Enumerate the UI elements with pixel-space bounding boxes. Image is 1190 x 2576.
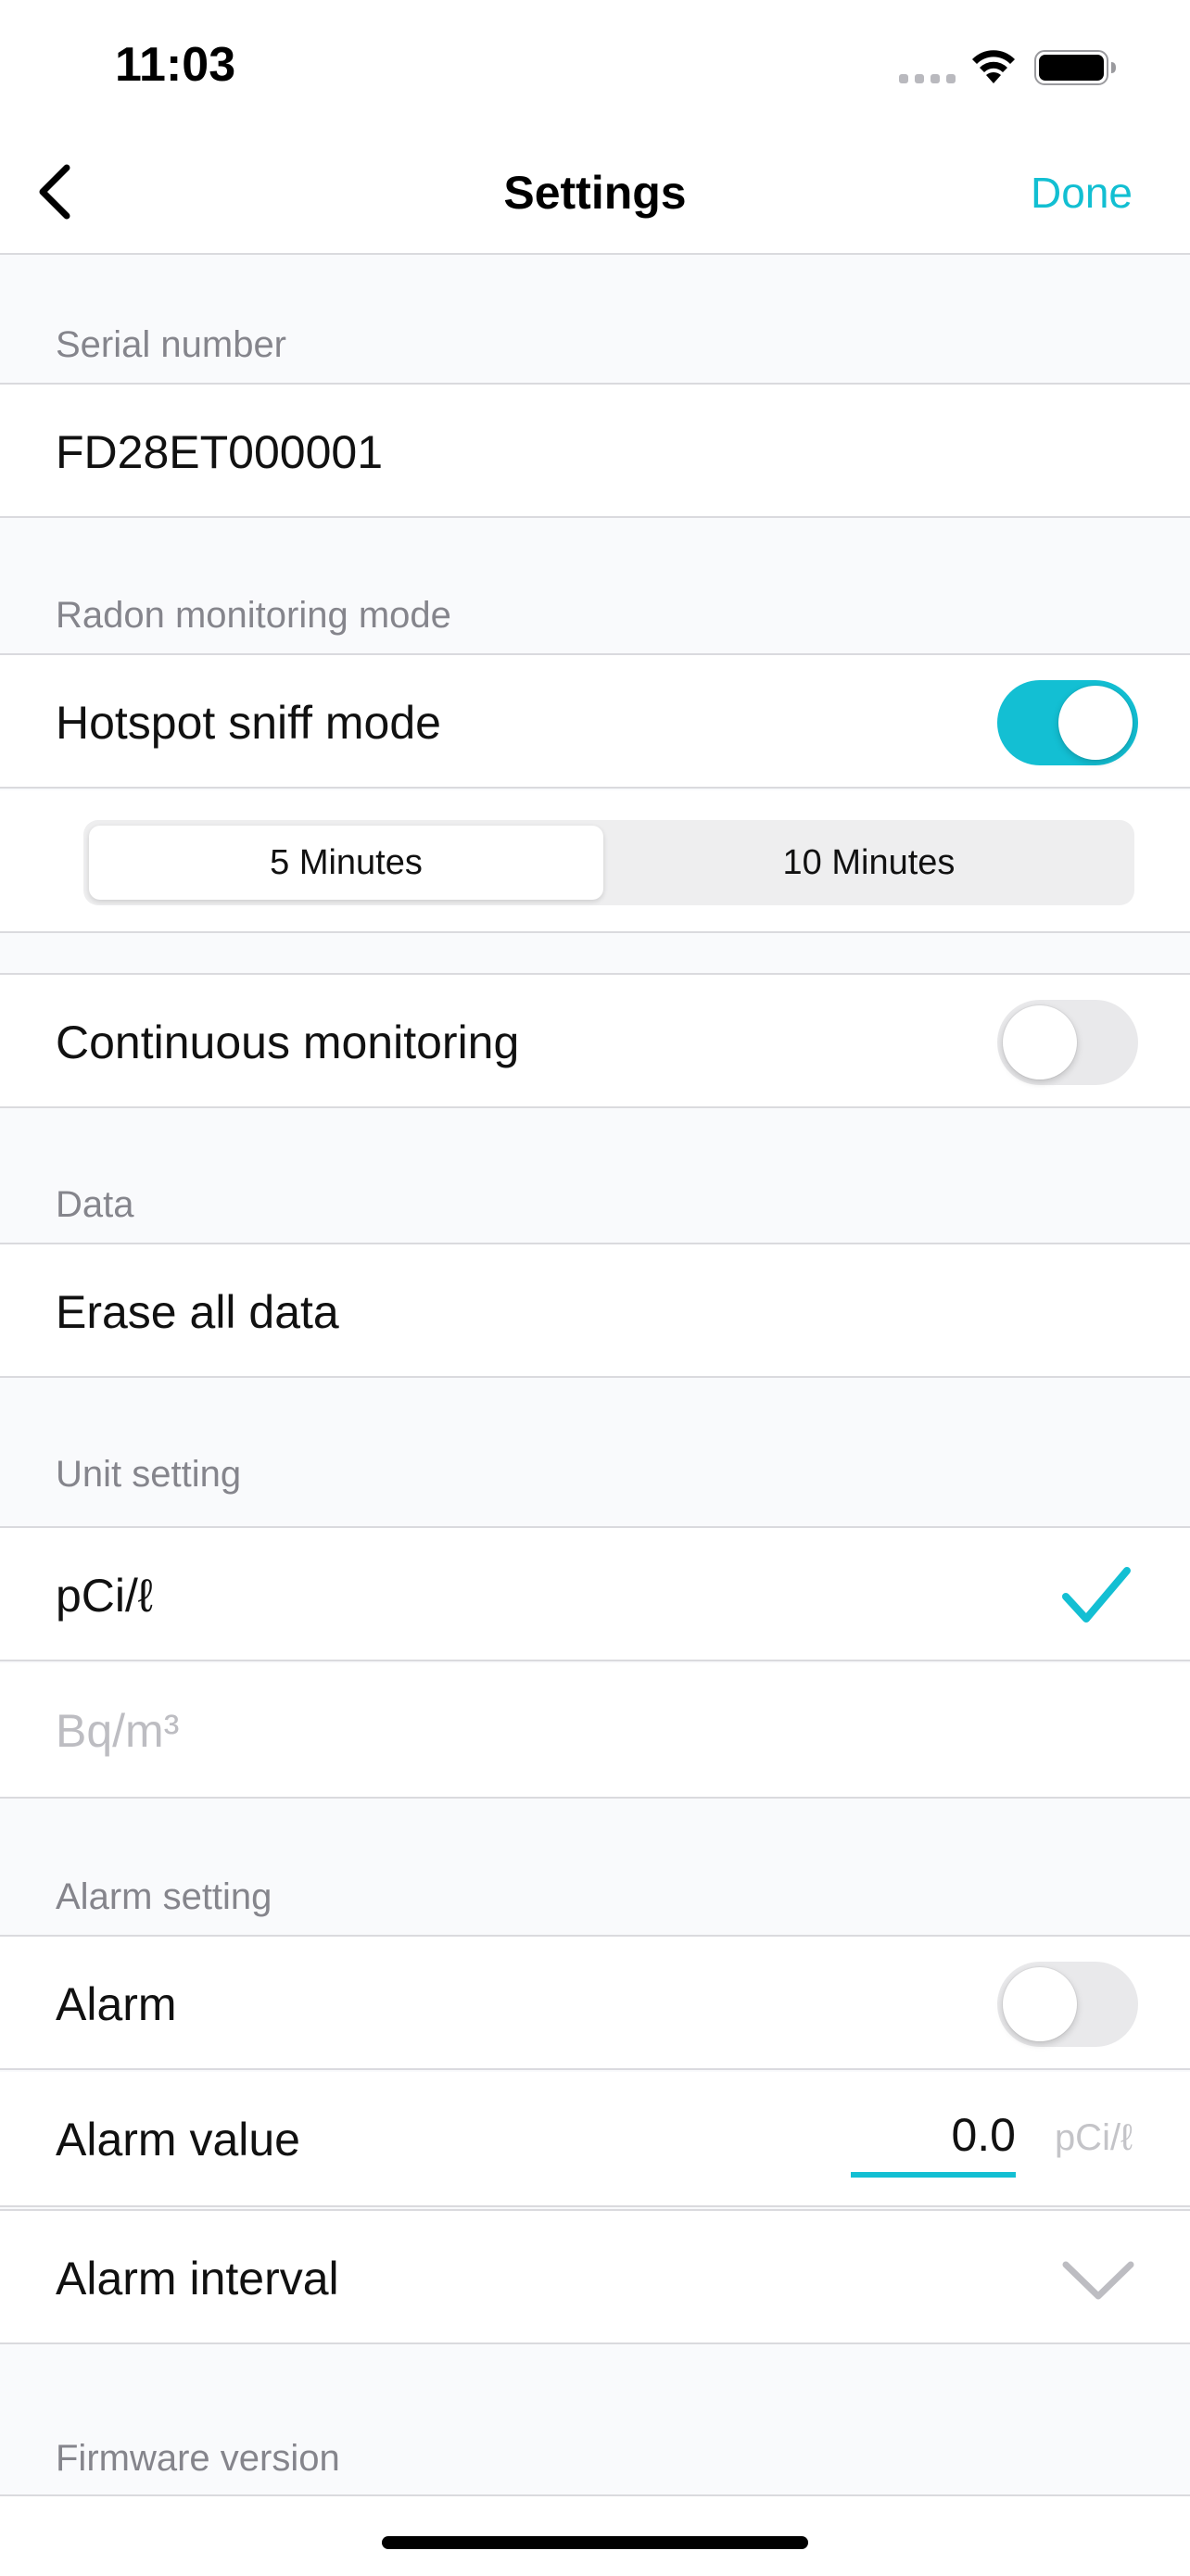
back-button[interactable] <box>26 163 82 221</box>
continuous-monitoring-row: Continuous monitoring <box>0 973 1190 1108</box>
segment-10-minutes[interactable]: 10 Minutes <box>609 826 1129 900</box>
section-header-unit: Unit setting <box>56 1454 242 1495</box>
section-header-alarm: Alarm setting <box>56 1876 272 1917</box>
alarm-label: Alarm <box>56 1978 177 2030</box>
chevron-left-icon <box>39 164 70 220</box>
serial-number-value: FD28ET000001 <box>56 426 384 478</box>
segment-5-minutes[interactable]: 5 Minutes <box>89 826 603 900</box>
chevron-down-icon <box>1060 2257 1136 2304</box>
unit-option-pci[interactable]: pCi/ℓ <box>0 1526 1190 1661</box>
alarm-interval-row[interactable]: Alarm interval <box>0 2209 1190 2344</box>
section-header-data: Data <box>56 1184 134 1225</box>
alarm-value-label: Alarm value <box>56 2114 300 2166</box>
firmware-row <box>0 2494 1190 2576</box>
alarm-interval-label: Alarm interval <box>56 2253 339 2305</box>
status-time: 11:03 <box>115 38 236 92</box>
battery-icon <box>1034 50 1118 85</box>
continuous-monitoring-toggle[interactable] <box>997 1000 1138 1085</box>
erase-all-data-row[interactable]: Erase all data <box>0 1243 1190 1378</box>
sniff-duration-segmented-control: 5 Minutes 10 Minutes <box>83 820 1134 905</box>
hotspot-sniff-toggle[interactable] <box>997 680 1138 765</box>
section-header-firmware: Firmware version <box>56 2438 340 2479</box>
unit-option-bq[interactable]: Bq/m³ <box>0 1663 1190 1799</box>
erase-all-data-label: Erase all data <box>56 1286 339 1338</box>
unit-option-bq-label: Bq/m³ <box>56 1705 180 1757</box>
status-bar: 11:03 <box>0 0 1190 130</box>
hotspot-sniff-row: Hotspot sniff mode <box>0 653 1190 789</box>
alarm-value-input[interactable]: 0.0 <box>851 2098 1016 2178</box>
sniff-duration-row: 5 Minutes 10 Minutes <box>0 790 1190 933</box>
home-indicator[interactable] <box>382 2536 808 2549</box>
page-title: Settings <box>503 167 687 219</box>
unit-option-pci-label: pCi/ℓ <box>56 1570 154 1622</box>
alarm-value-row: Alarm value 0.0 pCi/ℓ <box>0 2072 1190 2207</box>
section-header-serial: Serial number <box>56 324 287 365</box>
continuous-monitoring-label: Continuous monitoring <box>56 1017 520 1068</box>
navigation-bar: Settings Done <box>0 130 1190 255</box>
section-header-radon-mode: Radon monitoring mode <box>56 595 451 636</box>
alarm-toggle[interactable] <box>997 1962 1138 2047</box>
alarm-row: Alarm <box>0 1935 1190 2070</box>
alarm-value-unit: pCi/ℓ <box>1054 2117 1133 2158</box>
cellular-signal-icon <box>899 74 956 83</box>
hotspot-sniff-label: Hotspot sniff mode <box>56 697 441 749</box>
checkmark-icon <box>1060 1565 1133 1626</box>
wifi-icon <box>969 46 1018 85</box>
done-button[interactable]: Done <box>1031 163 1133 222</box>
serial-number-row: FD28ET000001 <box>0 383 1190 518</box>
